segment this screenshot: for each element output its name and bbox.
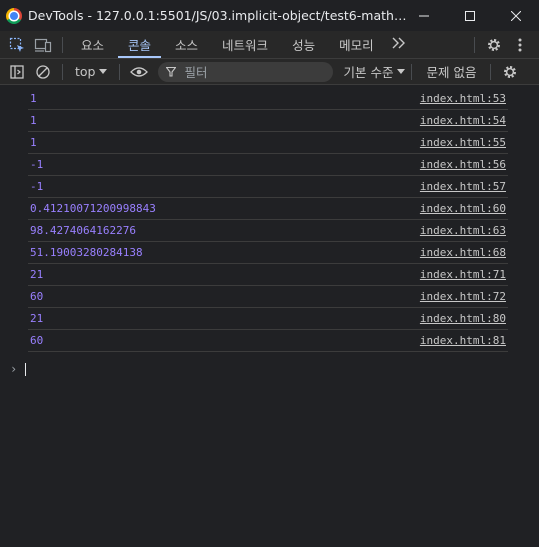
close-button[interactable]: [493, 0, 539, 31]
filter-input[interactable]: 필터: [158, 61, 334, 82]
console-message: 1 index.html:55: [28, 132, 508, 154]
sidebar-toggle-button[interactable]: [4, 59, 30, 84]
double-chevron-right-icon: [392, 37, 405, 48]
clear-console-button[interactable]: [30, 59, 56, 84]
console-messages: 1 index.html:53 1 index.html:54 1 index.htm…: [0, 88, 539, 352]
divider: [411, 63, 413, 80]
issues-button[interactable]: 문제 없음: [418, 62, 484, 81]
window-title: DevTools - 127.0.0.1:5501/JS/03.implicit…: [28, 8, 408, 23]
log-value[interactable]: 1: [30, 92, 37, 105]
more-options-button[interactable]: [507, 31, 533, 58]
device-toggle-icon: [34, 38, 52, 52]
source-link[interactable]: index.html:68: [420, 246, 506, 259]
divider: [119, 63, 121, 80]
console-settings-button[interactable]: [497, 59, 523, 84]
filter-placeholder: 필터: [184, 65, 208, 80]
tab-console[interactable]: 콘솔: [116, 31, 163, 58]
log-value[interactable]: 60: [30, 290, 43, 303]
console-message: 98.4274064162276 index.html:63: [28, 220, 508, 242]
tab-elements[interactable]: 요소: [69, 31, 116, 58]
close-icon: [511, 10, 521, 21]
divider: [490, 63, 492, 80]
source-link[interactable]: index.html:80: [420, 312, 506, 325]
log-value[interactable]: -1: [30, 180, 43, 193]
eye-icon: [130, 66, 149, 77]
clear-circle-icon: [36, 64, 50, 79]
prompt-chevron-icon: ›: [10, 362, 18, 376]
log-value[interactable]: 1: [30, 136, 37, 149]
console-message: 0.41210071200998843 index.html:60: [28, 198, 508, 220]
console-toolbar: top 필터 기본 수준 문제 없음: [0, 59, 539, 85]
tab-label: 콘솔: [128, 38, 152, 53]
divider: [62, 63, 63, 80]
console-message: 1 index.html:53: [28, 88, 508, 110]
source-link[interactable]: index.html:53: [420, 92, 506, 105]
maximize-icon: [465, 10, 475, 21]
console-message: 51.19003280284138 index.html:68: [28, 242, 508, 264]
log-value[interactable]: 0.41210071200998843: [30, 202, 156, 215]
log-value[interactable]: 21: [30, 268, 43, 281]
chrome-logo-icon: [6, 7, 22, 24]
console-message: 60 index.html:81: [28, 330, 508, 352]
source-link[interactable]: index.html:54: [420, 114, 506, 127]
log-value[interactable]: -1: [30, 158, 43, 171]
live-expression-button[interactable]: [126, 59, 152, 84]
caret-down-icon: [99, 68, 108, 74]
settings-button[interactable]: [481, 31, 507, 58]
window-controls: [401, 0, 539, 31]
divider: [62, 36, 63, 53]
context-selector[interactable]: top: [69, 64, 113, 79]
text-cursor: [25, 362, 27, 376]
source-link[interactable]: index.html:71: [420, 268, 506, 281]
tab-label: 네트워크: [222, 38, 269, 53]
source-link[interactable]: index.html:56: [420, 158, 506, 171]
levels-label: 기본 수준: [343, 65, 394, 80]
console-prompt[interactable]: ›: [10, 360, 27, 378]
tab-label: 요소: [81, 38, 105, 53]
console-message: -1 index.html:56: [28, 154, 508, 176]
more-tabs-button[interactable]: [386, 37, 412, 53]
context-label: top: [75, 64, 96, 79]
inspect-icon: [9, 37, 24, 52]
tab-network[interactable]: 네트워크: [210, 31, 280, 58]
log-value[interactable]: 21: [30, 312, 43, 325]
source-link[interactable]: index.html:57: [420, 180, 506, 193]
source-link[interactable]: index.html:60: [420, 202, 506, 215]
log-value[interactable]: 51.19003280284138: [30, 246, 143, 259]
caret-down-icon: [397, 68, 406, 74]
tab-performance[interactable]: 성능: [280, 31, 327, 58]
source-link[interactable]: index.html:81: [420, 334, 506, 347]
panel-tab-bar: 요소 콘솔 소스 네트워크 성능 메모리: [0, 31, 539, 59]
source-link[interactable]: index.html:72: [420, 290, 506, 303]
tab-label: 소스: [175, 38, 199, 53]
console-message: 21 index.html:71: [28, 264, 508, 286]
tab-label: 성능: [292, 38, 316, 53]
tabbar-actions: [468, 31, 539, 58]
minimize-icon: [419, 15, 429, 16]
log-levels-dropdown[interactable]: 기본 수준: [343, 62, 406, 81]
source-link[interactable]: index.html:55: [420, 136, 506, 149]
inspect-element-button[interactable]: [4, 31, 30, 58]
console-message: 60 index.html:72: [28, 286, 508, 308]
minimize-button[interactable]: [401, 0, 447, 31]
console-message: 1 index.html:54: [28, 110, 508, 132]
log-value[interactable]: 60: [30, 334, 43, 347]
filter-icon: [166, 66, 177, 77]
sidebar-icon: [10, 64, 24, 79]
maximize-button[interactable]: [447, 0, 493, 31]
gear-icon: [488, 38, 500, 51]
console-message: -1 index.html:57: [28, 176, 508, 198]
gear-icon: [504, 65, 517, 78]
divider: [474, 36, 475, 53]
tab-sources[interactable]: 소스: [163, 31, 210, 58]
device-toolbar-button[interactable]: [30, 31, 56, 58]
log-value[interactable]: 98.4274064162276: [30, 224, 136, 237]
source-link[interactable]: index.html:63: [420, 224, 506, 237]
tab-label: 메모리: [339, 38, 374, 53]
log-value[interactable]: 1: [30, 114, 37, 127]
kebab-menu-icon: [518, 38, 522, 51]
title-bar: DevTools - 127.0.0.1:5501/JS/03.implicit…: [0, 0, 539, 31]
tab-memory[interactable]: 메모리: [327, 31, 386, 58]
console-message: 21 index.html:80: [28, 308, 508, 330]
